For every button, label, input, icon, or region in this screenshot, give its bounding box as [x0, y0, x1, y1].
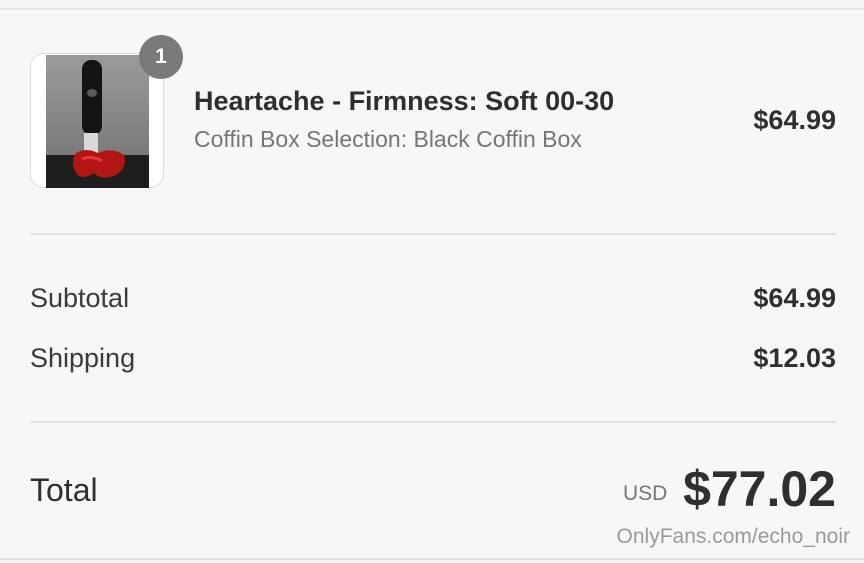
product-photo-icon [46, 55, 149, 188]
currency-code: USD [623, 482, 668, 505]
quantity-badge: 1 [139, 35, 183, 79]
product-price: $64.99 [753, 105, 836, 135]
divider [30, 421, 836, 423]
product-title: Heartache - Firmness: Soft 00-30 [194, 86, 615, 116]
product-thumbnail [30, 53, 164, 188]
subtotal-value: $64.99 [753, 283, 836, 313]
shipping-value: $12.03 [753, 343, 836, 373]
bottom-border [0, 558, 864, 560]
total-label: Total [30, 472, 98, 508]
shipping-label: Shipping [30, 343, 136, 373]
subtotal-label: Subtotal [30, 283, 130, 313]
divider [30, 233, 836, 235]
product-variant: Coffin Box Selection: Black Coffin Box [194, 126, 582, 152]
total-value: $77.02 [683, 461, 836, 517]
watermark: OnlyFans.com/echo_noir [616, 525, 850, 548]
